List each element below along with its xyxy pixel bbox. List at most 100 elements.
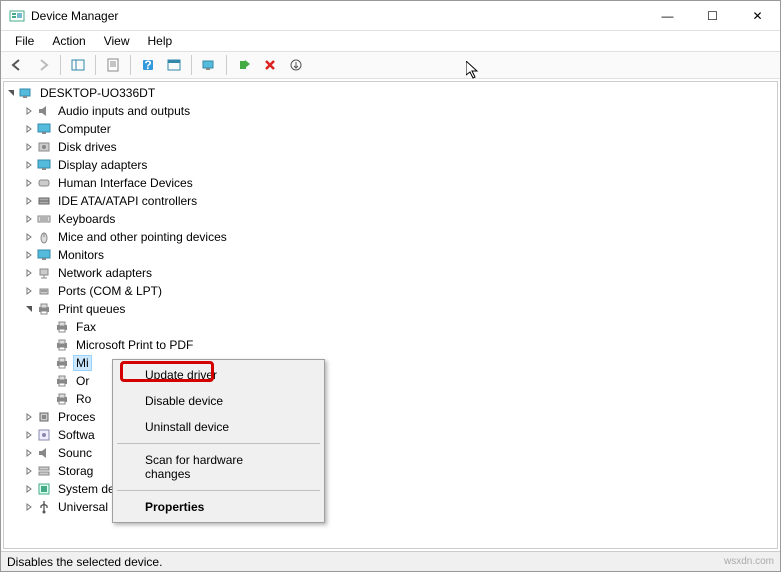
printer-icon (54, 373, 70, 389)
menu-action[interactable]: Action (44, 32, 93, 50)
speaker-icon (36, 445, 52, 461)
properties-button[interactable] (101, 53, 125, 77)
usb-icon (36, 499, 52, 515)
monitor-icon (36, 121, 52, 137)
tree-item[interactable]: Monitors (4, 246, 777, 264)
context-menu-item[interactable]: Uninstall device (115, 414, 322, 440)
printer-icon (54, 391, 70, 407)
tree-item-label: Disk drives (56, 140, 119, 154)
expand-icon[interactable] (22, 500, 36, 514)
collapse-icon[interactable] (22, 302, 36, 316)
tree-item[interactable]: DESKTOP-UO336DT (4, 84, 777, 102)
expand-icon[interactable] (22, 248, 36, 262)
show-hide-tree-button[interactable] (66, 53, 90, 77)
menu-view[interactable]: View (96, 32, 138, 50)
tree-item-label: Print queues (56, 302, 127, 316)
separator (191, 55, 192, 75)
storage-icon (36, 463, 52, 479)
expand-icon[interactable] (22, 176, 36, 190)
port-icon (36, 283, 52, 299)
network-icon (36, 265, 52, 281)
collapse-icon[interactable] (4, 86, 18, 100)
menu-file[interactable]: File (7, 32, 42, 50)
tree-item[interactable]: Fax (4, 318, 777, 336)
expand-icon[interactable] (22, 104, 36, 118)
tree-item-label: Ro (74, 392, 93, 406)
tree-item[interactable]: Mice and other pointing devices (4, 228, 777, 246)
tree-item[interactable]: Computer (4, 120, 777, 138)
back-button[interactable] (5, 53, 29, 77)
tree-item[interactable]: Ports (COM & LPT) (4, 282, 777, 300)
expand-icon[interactable] (22, 212, 36, 226)
tree-item[interactable]: Network adapters (4, 264, 777, 282)
expand-icon[interactable] (22, 464, 36, 478)
context-menu-item[interactable]: Scan for hardware changes (115, 447, 322, 487)
context-menu-item[interactable]: Disable device (115, 388, 322, 414)
ide-icon (36, 193, 52, 209)
tree-item[interactable]: Keyboards (4, 210, 777, 228)
tree-item[interactable]: Display adapters (4, 156, 777, 174)
expand-icon (40, 392, 54, 406)
expand-icon[interactable] (22, 428, 36, 442)
expand-icon[interactable] (22, 158, 36, 172)
tree-item-label: Proces (56, 410, 97, 424)
menu-help[interactable]: Help (140, 32, 181, 50)
tree-item-label: IDE ATA/ATAPI controllers (56, 194, 199, 208)
expand-icon (40, 374, 54, 388)
context-menu: Update driverDisable deviceUninstall dev… (112, 359, 325, 523)
tree-item-label: Keyboards (56, 212, 117, 226)
tree-item-label: Display adapters (56, 158, 149, 172)
keyboard-icon (36, 211, 52, 227)
context-menu-item[interactable]: Properties (115, 494, 322, 520)
tree-item[interactable]: Microsoft Print to PDF (4, 336, 777, 354)
close-button[interactable]: ✕ (735, 1, 780, 31)
expand-icon[interactable] (22, 446, 36, 460)
expand-icon[interactable] (22, 266, 36, 280)
tree-item[interactable]: Human Interface Devices (4, 174, 777, 192)
tree-item[interactable]: Print queues (4, 300, 777, 318)
tree-item-label: Softwa (56, 428, 97, 442)
tree-item-label: Monitors (56, 248, 106, 262)
window-title: Device Manager (31, 9, 645, 23)
expand-icon[interactable] (22, 410, 36, 424)
watermark: wsxdn.com (724, 556, 774, 567)
action-button[interactable] (162, 53, 186, 77)
expand-icon[interactable] (22, 284, 36, 298)
context-menu-item[interactable]: Update driver (115, 362, 322, 388)
separator (226, 55, 227, 75)
tree-item-label: Microsoft Print to PDF (74, 338, 195, 352)
expand-icon (40, 356, 54, 370)
expand-icon[interactable] (22, 230, 36, 244)
toolbar: ? (1, 51, 780, 79)
expand-icon[interactable] (22, 194, 36, 208)
tree-item[interactable]: Disk drives (4, 138, 777, 156)
minimize-button[interactable]: — (645, 1, 690, 31)
scan-hardware-button[interactable] (197, 53, 221, 77)
enable-button[interactable] (232, 53, 256, 77)
app-icon (9, 8, 25, 24)
help-button[interactable]: ? (136, 53, 160, 77)
tree-item[interactable]: IDE ATA/ATAPI controllers (4, 192, 777, 210)
separator (130, 55, 131, 75)
menu-bar: File Action View Help (1, 31, 780, 51)
hid-icon (36, 175, 52, 191)
tree-item-label: Mice and other pointing devices (56, 230, 229, 244)
update-driver-button[interactable] (284, 53, 308, 77)
monitor-icon (36, 247, 52, 263)
tree-item-label: Fax (74, 320, 98, 334)
maximize-button[interactable]: ☐ (690, 1, 735, 31)
separator (60, 55, 61, 75)
expand-icon[interactable] (22, 140, 36, 154)
forward-button[interactable] (31, 53, 55, 77)
printer-icon (54, 355, 70, 371)
tree-item[interactable]: Audio inputs and outputs (4, 102, 777, 120)
tree-item-label: Ports (COM & LPT) (56, 284, 164, 298)
uninstall-button[interactable] (258, 53, 282, 77)
menu-separator (117, 490, 320, 491)
expand-icon[interactable] (22, 482, 36, 496)
disk-icon (36, 139, 52, 155)
monitor-icon (36, 157, 52, 173)
expand-icon[interactable] (22, 122, 36, 136)
cpu-icon (36, 409, 52, 425)
tree-item-label: Or (74, 374, 91, 388)
